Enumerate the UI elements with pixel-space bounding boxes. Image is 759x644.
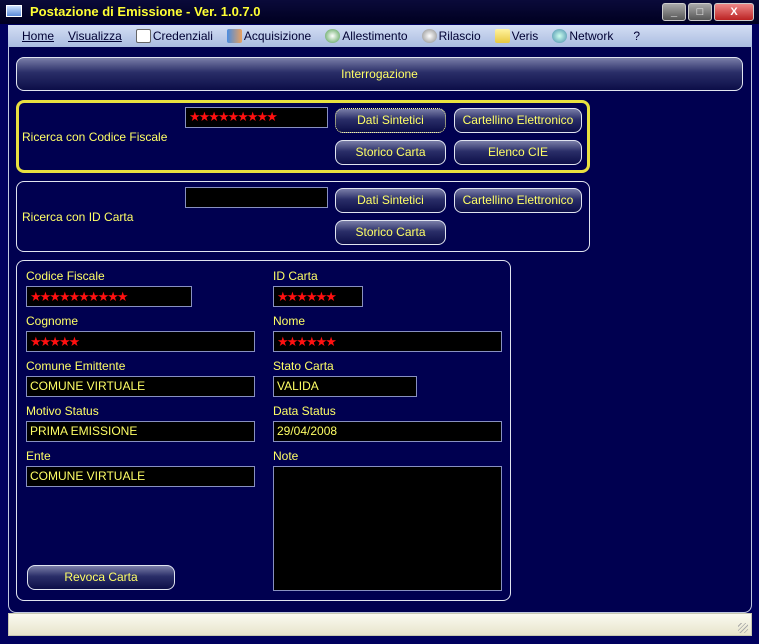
data-status-label: Data Status <box>273 404 336 418</box>
folder-icon <box>494 29 510 43</box>
search-id-label: Ricerca con ID Carta <box>22 210 134 224</box>
nome-label: Nome <box>273 314 306 328</box>
cognome-label: Cognome <box>26 314 79 328</box>
menu-veris[interactable]: Veris <box>494 29 539 43</box>
cartellino-elettronico-cf-button[interactable]: Cartellino Elettronico <box>454 108 582 133</box>
menu-acquisizione[interactable]: Acquisizione <box>226 29 312 43</box>
id-carta-label: ID Carta <box>273 269 318 283</box>
comune-emittente-field[interactable]: COMUNE VIRTUALE <box>26 376 255 397</box>
certificate-icon <box>135 29 151 43</box>
storico-carta-cf-button[interactable]: Storico Carta <box>335 140 446 165</box>
menu-bar: Home Visualizza Credenziali Acquisizione… <box>8 25 752 47</box>
menu-allestimento[interactable]: Allestimento <box>325 29 408 43</box>
nome-field[interactable]: ★★★★★★ <box>273 331 502 352</box>
disc-gear-icon <box>325 29 341 43</box>
menu-label: ? <box>633 29 641 43</box>
note-textarea[interactable] <box>273 466 502 591</box>
menu-rilascio[interactable]: Rilascio <box>421 29 481 43</box>
elenco-cie-button[interactable]: Elenco CIE <box>454 140 582 165</box>
motivo-status-label: Motivo Status <box>26 404 99 418</box>
menu-label: Acquisizione <box>243 29 312 43</box>
menu-label: Home <box>22 29 55 43</box>
note-label: Note <box>273 449 299 463</box>
app-icon <box>6 5 22 17</box>
menu-label: Visualizza <box>68 29 122 43</box>
network-icon <box>552 29 568 43</box>
revoca-carta-button[interactable]: Revoca Carta <box>27 565 175 590</box>
dati-sintetici-cf-button[interactable]: Dati Sintetici <box>335 108 446 133</box>
menu-home[interactable]: Home <box>22 29 54 43</box>
cognome-field[interactable]: ★★★★★ <box>26 331 255 352</box>
ente-label: Ente <box>26 449 51 463</box>
close-button[interactable]: X <box>714 3 754 21</box>
status-bar <box>8 613 752 636</box>
menu-credenziali[interactable]: Credenziali <box>135 29 213 43</box>
cartellino-elettronico-id-button[interactable]: Cartellino Elettronico <box>454 188 582 213</box>
menu-network[interactable]: Network <box>552 29 613 43</box>
interrogazione-header[interactable]: Interrogazione <box>16 57 743 91</box>
ente-field[interactable]: COMUNE VIRTUALE <box>26 466 255 487</box>
id-carta-input[interactable] <box>185 187 328 208</box>
menu-visualizza[interactable]: Visualizza <box>68 29 122 43</box>
storico-carta-id-button[interactable]: Storico Carta <box>335 220 446 245</box>
maximize-button[interactable]: □ <box>688 3 712 21</box>
window-title: Postazione di Emissione - Ver. 1.0.7.0 <box>30 4 261 19</box>
search-cf-label: Ricerca con Codice Fiscale <box>22 130 168 144</box>
resize-grip-icon[interactable] <box>738 623 748 633</box>
id-carta-field[interactable]: ★★★★★★ <box>273 286 363 307</box>
data-status-field[interactable]: 29/04/2008 <box>273 421 502 442</box>
codice-fiscale-label: Codice Fiscale <box>26 269 105 283</box>
dati-sintetici-id-button[interactable]: Dati Sintetici <box>335 188 446 213</box>
menu-label: Rilascio <box>438 29 481 43</box>
minimize-button[interactable]: _ <box>662 3 686 21</box>
codice-fiscale-field[interactable]: ★★★★★★★★★★ <box>26 286 192 307</box>
codice-fiscale-input[interactable]: ★★★★★★★★★ <box>185 107 328 128</box>
motivo-status-field[interactable]: PRIMA EMISSIONE <box>26 421 255 442</box>
menu-label: Credenziali <box>152 29 213 43</box>
menu-help[interactable]: ? <box>627 29 640 43</box>
menu-label: Veris <box>511 29 539 43</box>
menu-label: Allestimento <box>342 29 408 43</box>
menu-label: Network <box>569 29 614 43</box>
stato-carta-label: Stato Carta <box>273 359 334 373</box>
people-icon <box>226 29 242 43</box>
title-bar: Postazione di Emissione - Ver. 1.0.7.0 _… <box>0 0 759 24</box>
comune-emittente-label: Comune Emittente <box>26 359 126 373</box>
hand-icon <box>421 29 437 43</box>
stato-carta-field[interactable]: VALIDA <box>273 376 417 397</box>
